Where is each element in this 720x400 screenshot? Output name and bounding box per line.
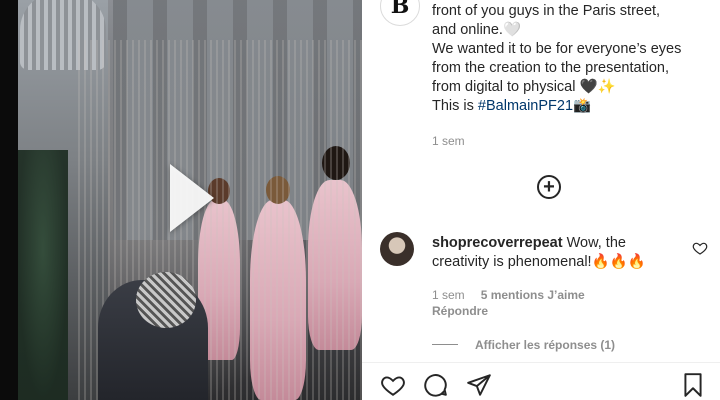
replies-divider: [432, 344, 458, 345]
reply-button[interactable]: Répondre: [432, 304, 488, 318]
post-side-panel: B front of you guys in the Paris street,…: [362, 0, 720, 400]
bookmark-icon[interactable]: [680, 372, 706, 398]
caption-line: We wanted it to be for everyone’s eyes: [432, 41, 682, 57]
comment-username[interactable]: shoprecoverrepeat: [432, 235, 563, 251]
comment-likes[interactable]: 5 mentions J’aime: [481, 288, 585, 302]
photographer-beanie: [136, 272, 196, 328]
comment-time[interactable]: 1 sem: [432, 288, 465, 302]
play-icon[interactable]: [170, 164, 214, 232]
caption-line: This is: [432, 98, 478, 114]
heart-icon[interactable]: [692, 240, 708, 256]
camera-emoji: 📸: [573, 98, 592, 114]
caption-line: front of you guys in the Paris street,: [432, 3, 661, 19]
share-icon[interactable]: [466, 372, 492, 398]
heart-icon[interactable]: [380, 372, 406, 398]
caption-line: and online.🤍: [432, 22, 522, 38]
caption-line: from the creation to the presentation,: [432, 60, 669, 76]
actions-divider: [362, 362, 720, 363]
tree: [18, 150, 68, 400]
comment-meta: 1 sem 5 mentions J’aime: [432, 288, 585, 302]
comment-icon[interactable]: [422, 372, 448, 398]
post-time[interactable]: 1 sem: [432, 134, 465, 148]
comment-text: shoprecoverrepeat Wow, the creativity is…: [432, 234, 682, 272]
post-video[interactable]: [18, 0, 362, 400]
view-replies-button[interactable]: Afficher les réponses (1): [475, 338, 615, 352]
left-edge: [0, 0, 18, 400]
brand-avatar[interactable]: B: [380, 0, 420, 26]
brand-logo-letter: B: [390, 0, 410, 19]
commenter-avatar[interactable]: [380, 232, 414, 266]
caption-line: from digital to physical 🖤✨: [432, 79, 616, 95]
hashtag-link[interactable]: #BalmainPF21: [478, 98, 573, 114]
plus-circle-icon[interactable]: +: [537, 175, 561, 199]
post-caption: front of you guys in the Paris street, a…: [432, 2, 712, 116]
caption-last-line: This is #BalmainPF21📸: [432, 97, 712, 116]
